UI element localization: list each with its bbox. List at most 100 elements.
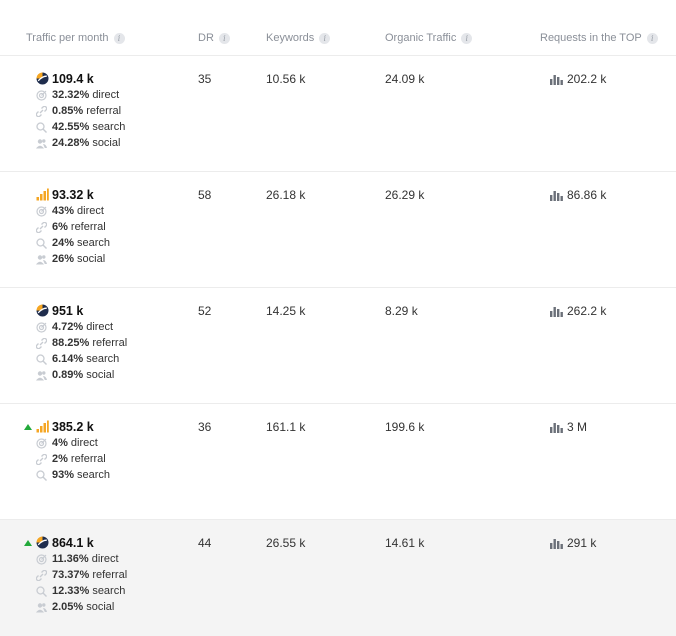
trend-slot [24,423,36,430]
dr-value: 36 [198,420,212,434]
traffic-channel-referral: 0.85% referral [24,103,125,119]
header-organic-traffic[interactable]: Organic Traffic i [385,32,473,44]
traffic-total: 951 k [52,303,84,318]
traffic-channel-direct: 11.36% direct [24,551,127,567]
table-row[interactable]: 93.32 k 43% direct 6% referral 24% search 26% so… [0,172,676,288]
channel-percent: 32.32% [52,89,90,101]
link-icon [36,105,52,117]
header-requests-label: Requests in the TOP [540,32,642,44]
traffic-total: 385.2 k [52,419,94,434]
target-icon [36,553,52,565]
traffic-channel-referral: 2% referral [24,451,110,467]
link-icon [36,569,52,581]
channel-label: referral [92,337,128,349]
traffic-channel-direct: 43% direct [24,203,110,219]
traffic-cell: 864.1 k 11.36% direct 73.37% referral 12.33% s… [24,534,127,615]
users-icon [36,602,52,613]
traffic-channel-social: 0.89% social [24,367,127,383]
traffic-channel-direct: 4% direct [24,435,110,451]
search-icon [36,237,52,249]
header-dr[interactable]: DR i [198,32,230,44]
bar-chart-icon [550,306,567,317]
dr-value: 35 [198,72,212,86]
table-row[interactable]: 951 k 4.72% direct 88.25% referral 6.14% searc… [0,288,676,404]
channel-label: social [86,601,115,613]
traffic-channel-referral: 6% referral [24,219,110,235]
table-header: Traffic per month i DR i Keywords i Orga… [0,0,676,56]
traffic-cell: 951 k 4.72% direct 88.25% referral 6.14% searc… [24,302,127,383]
traffic-total-line: 385.2 k [24,418,110,435]
organic-traffic-value: 14.61 k [385,536,425,550]
organic-traffic-value: 26.29 k [385,188,425,202]
users-icon [36,370,52,381]
header-traffic-per-month[interactable]: Traffic per month i [26,32,125,44]
info-icon[interactable]: i [461,32,473,44]
traffic-channel-search: 6.14% search [24,351,127,367]
channel-percent: 4% [52,437,68,449]
header-keywords[interactable]: Keywords i [266,32,331,44]
info-icon[interactable]: i [218,32,230,44]
channel-label: search [77,469,111,481]
organic-traffic-value: 199.6 k [385,420,425,434]
channel-label: social [92,137,121,149]
traffic-channel-search: 93% search [24,467,110,483]
target-icon [36,437,52,449]
table-row[interactable]: 385.2 k 4% direct 2% referral 93% search 36 161.… [0,404,676,520]
channel-percent: 42.55% [52,121,90,133]
traffic-total-line: 109.4 k [24,70,125,87]
requests-cell[interactable]: 202.2 k [550,72,606,86]
requests-value: 86.86 k [567,188,607,202]
table-row[interactable]: 109.4 k 32.32% direct 0.85% referral 42.55% se… [0,56,676,172]
link-icon [36,221,52,233]
traffic-channel-search: 12.33% search [24,583,127,599]
channel-percent: 93% [52,469,75,481]
similarweb-icon [36,536,52,550]
requests-cell[interactable]: 291 k [550,536,596,550]
channel-label: referral [92,569,128,581]
info-icon[interactable]: i [319,32,331,44]
header-keywords-label: Keywords [266,32,315,44]
similarweb-icon [36,72,52,86]
requests-cell[interactable]: 86.86 k [550,188,606,202]
header-requests-in-top[interactable]: Requests in the TOP i [540,32,658,44]
target-icon [36,321,52,333]
bar-chart-icon [550,422,567,433]
requests-value: 3 M [567,420,588,434]
channel-percent: 6.14% [52,353,84,365]
channel-percent: 2% [52,453,68,465]
signal-bars-icon [36,420,52,434]
traffic-channel-search: 24% search [24,235,110,251]
link-icon [36,337,52,349]
channel-label: social [86,369,115,381]
keywords-value: 26.55 k [266,536,306,550]
traffic-channel-social: 26% social [24,251,110,267]
traffic-cell: 93.32 k 43% direct 6% referral 24% search 26% so… [24,186,110,267]
dr-value: 52 [198,304,212,318]
channel-label: search [92,585,126,597]
header-organic-label: Organic Traffic [385,32,457,44]
bar-chart-icon [550,538,567,549]
organic-traffic-value: 8.29 k [385,304,418,318]
bar-chart-icon [550,74,563,85]
requests-cell[interactable]: 3 M [550,420,587,434]
traffic-total-line: 93.32 k [24,186,110,203]
traffic-channel-search: 42.55% search [24,119,125,135]
requests-cell[interactable]: 262.2 k [550,304,606,318]
traffic-channel-social: 24.28% social [24,135,125,151]
dr-value: 58 [198,188,212,202]
channel-label: search [92,121,126,133]
traffic-channel-referral: 88.25% referral [24,335,127,351]
channel-percent: 0.89% [52,369,84,381]
traffic-total: 864.1 k [52,535,94,550]
target-icon [36,89,52,101]
channel-percent: 2.05% [52,601,84,613]
table-row[interactable]: 864.1 k 11.36% direct 73.37% referral 12.33% s… [0,520,676,636]
channel-label: referral [86,105,122,117]
info-icon[interactable]: i [113,32,125,44]
channel-percent: 12.33% [52,585,90,597]
info-icon[interactable]: i [646,32,658,44]
traffic-cell: 385.2 k 4% direct 2% referral 93% search [24,418,110,483]
traffic-cell: 109.4 k 32.32% direct 0.85% referral 42.55% se… [24,70,125,151]
keywords-value: 161.1 k [266,420,306,434]
channel-percent: 11.36% [52,553,89,565]
